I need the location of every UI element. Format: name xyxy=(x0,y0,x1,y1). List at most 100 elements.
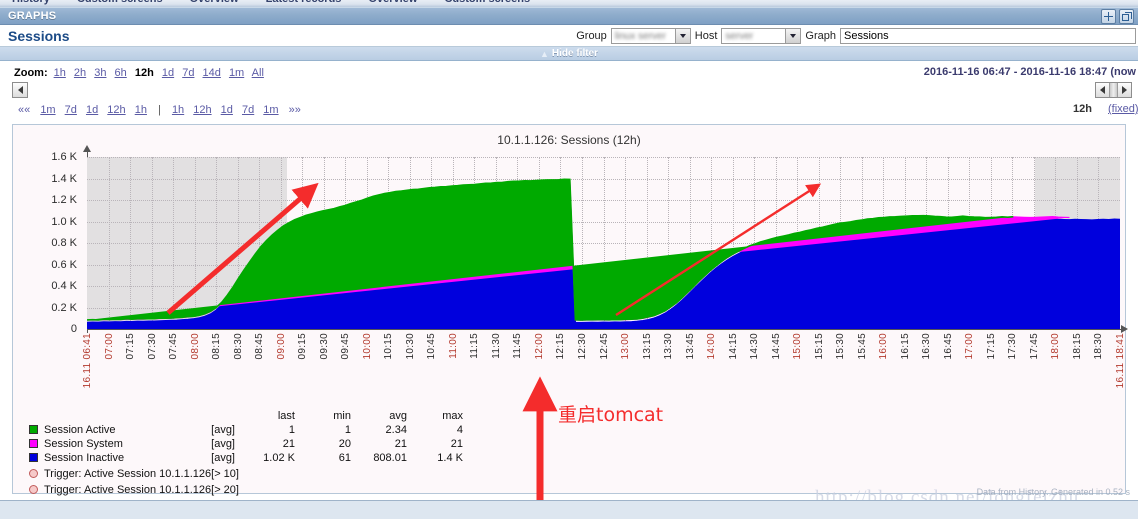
menu-item-2[interactable]: Overview xyxy=(178,0,251,5)
nav-back-12h[interactable]: 12h xyxy=(107,104,125,116)
zoom-link-1m[interactable]: 1m xyxy=(229,67,244,79)
hide-filter-bar[interactable]: ▲ Hide filter xyxy=(0,47,1138,61)
chevron-down-icon[interactable] xyxy=(674,29,690,43)
x-axis-tick: 17:30 xyxy=(1007,333,1019,360)
x-axis-tick: 09:00 xyxy=(275,333,287,360)
y-axis-tick: 0.6 K xyxy=(51,258,77,271)
scroll-grip[interactable] xyxy=(1109,83,1118,97)
zoom-link-all[interactable]: All xyxy=(252,67,264,79)
host-select-value: server xyxy=(725,30,754,42)
menu-item-0[interactable]: History xyxy=(0,0,62,5)
restore-icon[interactable] xyxy=(1119,9,1134,24)
legend-trigger-row: Trigger: Active Session 10.1.1.126 [> 20… xyxy=(29,482,463,498)
menu-item-3[interactable]: Latest records xyxy=(254,0,354,5)
scroll-handle-left-icon[interactable] xyxy=(1096,83,1109,97)
legend-max: 21 xyxy=(450,438,463,450)
x-axis-tick: 14:00 xyxy=(706,333,718,360)
legend-item-name: Session Active xyxy=(29,424,211,438)
stacked-area-series xyxy=(87,178,1120,329)
x-axis-tick: 09:45 xyxy=(340,333,352,360)
host-select[interactable]: server xyxy=(721,28,802,44)
fixed-period-link[interactable]: (fixed) xyxy=(1108,103,1138,115)
legend-row: Session Inactive [avg] 1.02 K 61 808.01 … xyxy=(29,452,463,466)
nav-fwd-1h[interactable]: 1h xyxy=(172,104,184,116)
graphs-header-bar: GRAPHS xyxy=(0,7,1138,25)
x-axis-tick: 11:30 xyxy=(490,333,502,359)
chevron-up-icon: ▲ xyxy=(539,48,549,59)
x-axis-line xyxy=(87,329,1123,330)
graph-legend: last min avg max Session Active [avg] 1 … xyxy=(29,410,463,498)
top-menu-bar[interactable]: History Custom screens Overview Latest r… xyxy=(0,0,1138,7)
x-axis-tick: 12:45 xyxy=(598,333,610,360)
legend-max: 1.4 K xyxy=(437,452,463,464)
host-label: Host xyxy=(694,30,718,42)
zoom-link-6h[interactable]: 6h xyxy=(115,67,127,79)
legend-header-agg-spacer xyxy=(211,410,239,424)
trigger-condition: [> 20] xyxy=(211,484,239,496)
zoom-links: 1h 2h 3h 6h 12h 1d 7d 14d 1m All xyxy=(54,67,269,79)
x-axis-tick: 08:45 xyxy=(254,333,266,360)
nav-back-7d[interactable]: 7d xyxy=(65,104,77,116)
nav-back-1h[interactable]: 1h xyxy=(135,104,147,116)
legend-trigger-row: Trigger: Active Session 10.1.1.126 [> 10… xyxy=(29,466,463,482)
menu-item-5[interactable]: Custom screens xyxy=(432,0,542,5)
x-axis-tick: 16.11 06:41 xyxy=(82,333,93,389)
group-select-value: linux server xyxy=(614,30,666,42)
legend-agg: [avg] xyxy=(211,438,235,450)
group-select[interactable]: linux server xyxy=(610,28,691,44)
zoom-link-14d[interactable]: 14d xyxy=(203,67,221,79)
nav-prev-arrow[interactable]: «« xyxy=(18,104,30,116)
group-label: Group xyxy=(576,30,607,42)
x-axis-tick: 14:15 xyxy=(727,333,739,360)
menu-item-1[interactable]: Custom screens xyxy=(65,0,175,5)
graph-input[interactable] xyxy=(840,28,1136,44)
nav-fwd-1d[interactable]: 1d xyxy=(221,104,233,116)
x-axis-tick: 16:00 xyxy=(878,333,890,360)
app-root: History Custom screens Overview Latest r… xyxy=(0,0,1138,519)
nav-back-1m[interactable]: 1m xyxy=(40,104,55,116)
chevron-down-icon[interactable] xyxy=(785,29,801,43)
legend-min: 20 xyxy=(338,438,351,450)
nav-next-arrow[interactable]: »» xyxy=(289,104,301,116)
x-axis-tick: 09:15 xyxy=(297,333,309,360)
graphs-header-title: GRAPHS xyxy=(8,10,57,22)
date-range-label[interactable]: 2016-11-16 06:47 - 2016-11-16 18:47 (now xyxy=(924,66,1136,78)
zoom-link-3h[interactable]: 3h xyxy=(94,67,106,79)
period-nav-row: «« 1m 7d 1d 12h 1h | 1h 12h 1d 7d 1m »» … xyxy=(0,101,1138,119)
legend-header-min: min xyxy=(333,410,351,422)
x-axis-tick: 13:00 xyxy=(620,333,632,360)
y-axis-tick: 0.8 K xyxy=(51,237,77,249)
trigger-label: Trigger: Active Session 10.1.1.126 xyxy=(44,484,212,496)
plus-icon[interactable] xyxy=(1101,9,1116,24)
legend-item-name: Session System xyxy=(29,438,211,452)
zoom-link-12h[interactable]: 12h xyxy=(135,67,154,79)
scroll-handle-right-icon[interactable] xyxy=(1118,83,1131,97)
zoom-link-7d[interactable]: 7d xyxy=(182,67,194,79)
zoom-label: Zoom: xyxy=(14,67,48,79)
x-axis-tick: 14:30 xyxy=(749,333,761,360)
x-axis-tick: 07:30 xyxy=(146,333,158,360)
generated-info: Data from History. Generated in 0.52 s xyxy=(976,487,1130,497)
x-axis-tick: 15:15 xyxy=(813,333,825,360)
nav-back-1d[interactable]: 1d xyxy=(86,104,98,116)
x-axis-tick: 11:45 xyxy=(512,333,524,359)
legend-last: 1.02 K xyxy=(263,452,295,464)
x-axis-tick: 16:45 xyxy=(942,333,954,360)
y-axis-tick: 1.2 K xyxy=(51,194,77,206)
scroll-handle-group[interactable] xyxy=(1095,82,1132,98)
graph-panel: 10.1.1.126: Sessions (12h) 0 0.2 K 0.4 K 0.… xyxy=(12,124,1128,496)
zoom-link-1h[interactable]: 1h xyxy=(54,67,66,79)
nav-fwd-1m[interactable]: 1m xyxy=(263,104,278,116)
zoom-link-2h[interactable]: 2h xyxy=(74,67,86,79)
legend-max: 4 xyxy=(456,424,463,436)
x-axis-tick: 17:45 xyxy=(1028,333,1040,360)
nav-fwd-12h[interactable]: 12h xyxy=(193,104,211,116)
legend-avg: 808.01 xyxy=(373,452,407,464)
x-axis-tick: 18:15 xyxy=(1071,333,1083,360)
legend-avg: 2.34 xyxy=(385,424,407,436)
x-axis-tick: 08:00 xyxy=(189,333,201,360)
menu-item-4[interactable]: Overview xyxy=(356,0,429,5)
zoom-link-1d[interactable]: 1d xyxy=(162,67,174,79)
scroll-left-button[interactable] xyxy=(12,82,28,98)
nav-fwd-7d[interactable]: 7d xyxy=(242,104,254,116)
